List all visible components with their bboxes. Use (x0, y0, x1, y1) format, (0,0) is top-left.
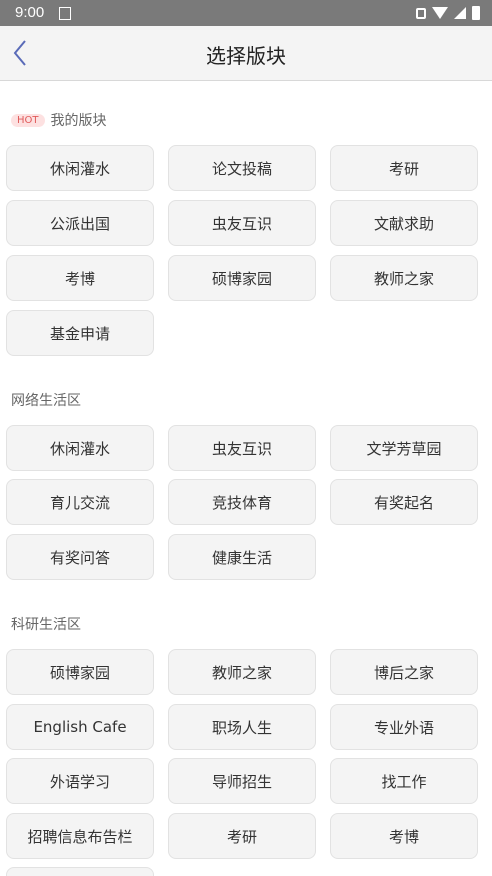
board-button[interactable]: 硕博家园 (6, 649, 154, 695)
board-button[interactable]: 职场人生 (168, 704, 316, 750)
board-button[interactable]: 博后之家 (330, 649, 478, 695)
board-button[interactable]: 有奖起名 (330, 479, 478, 525)
board-button[interactable]: 休闲灌水 (6, 425, 154, 471)
header-bar: 选择版块 (0, 26, 492, 81)
board-button[interactable]: 教师之家 (330, 255, 478, 301)
board-button[interactable]: 竞技体育 (168, 479, 316, 525)
board-button-partial[interactable] (6, 867, 154, 876)
board-button[interactable]: 育儿交流 (6, 479, 154, 525)
board-button[interactable]: 公派出国 (6, 200, 154, 246)
status-bar: 9:00 (0, 0, 492, 26)
signal-icon (454, 7, 466, 19)
board-button[interactable]: 虫友互识 (168, 425, 316, 471)
wifi-icon (432, 7, 448, 19)
page-title: 选择版块 (206, 44, 286, 68)
board-button[interactable]: 考研 (168, 813, 316, 859)
board-button[interactable]: 找工作 (330, 758, 478, 804)
board-button[interactable]: 健康生活 (168, 534, 316, 580)
board-button[interactable]: 外语学习 (6, 758, 154, 804)
board-button[interactable]: 基金申请 (6, 310, 154, 356)
board-button[interactable]: 有奖问答 (6, 534, 154, 580)
board-button[interactable]: 招聘信息布告栏 (6, 813, 154, 859)
board-button[interactable]: 考博 (6, 255, 154, 301)
battery-icon (472, 6, 480, 20)
board-button[interactable]: 专业外语 (330, 704, 478, 750)
section-title: 科研生活区 (11, 617, 81, 633)
board-button[interactable]: 教师之家 (168, 649, 316, 695)
board-button[interactable]: 休闲灌水 (6, 145, 154, 191)
status-time: 9:00 (15, 4, 45, 21)
board-button[interactable]: 文献求助 (330, 200, 478, 246)
board-button[interactable]: 论文投稿 (168, 145, 316, 191)
board-button[interactable]: 虫友互识 (168, 200, 316, 246)
board-button[interactable]: 文学芳草园 (330, 425, 478, 471)
hot-badge: HOT (11, 113, 45, 127)
notification-icon (59, 7, 71, 20)
section-online-life-label: 网络生活区 (11, 390, 81, 410)
section-title: 网络生活区 (11, 393, 81, 409)
section-research-life-label: 科研生活区 (11, 614, 81, 634)
vibrate-icon (416, 7, 426, 19)
board-button[interactable]: 导师招生 (168, 758, 316, 804)
board-button[interactable]: 考博 (330, 813, 478, 859)
section-title: 我的版块 (50, 113, 107, 129)
board-button[interactable]: 硕博家园 (168, 255, 316, 301)
section-my-boards-label: HOT 我的版块 (11, 110, 107, 130)
board-button[interactable]: English Cafe (6, 704, 154, 750)
board-button[interactable]: 考研 (330, 145, 478, 191)
